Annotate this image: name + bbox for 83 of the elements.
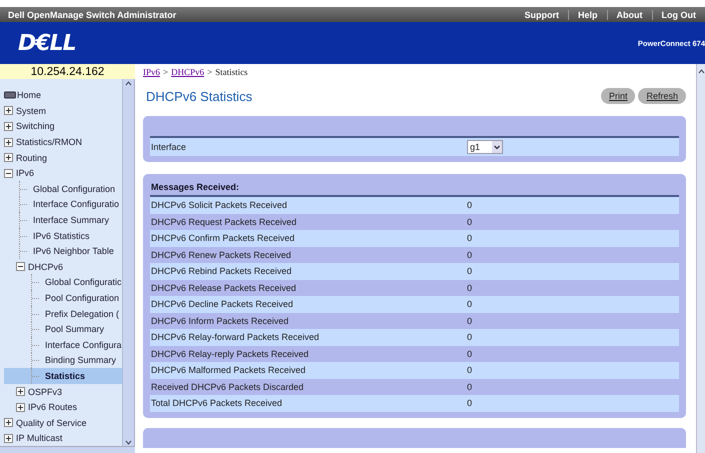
tree-item[interactable]: Pool Summary bbox=[4, 321, 122, 337]
header-link[interactable]: Support bbox=[515, 10, 568, 20]
tree-item[interactable]: IP Multicast bbox=[4, 430, 122, 446]
stat-label: DHCPv6 Relay-reply Packets Received bbox=[151, 348, 310, 359]
tree-item[interactable]: Statistics bbox=[4, 368, 122, 384]
stat-value: 0 bbox=[467, 382, 474, 392]
stat-label: DHCPv6 Request Packets Received bbox=[151, 216, 298, 227]
expand-icon[interactable] bbox=[4, 106, 13, 116]
stat-label: DHCPv6 Rebind Packets Received bbox=[151, 266, 293, 276]
collapse-icon[interactable] bbox=[16, 262, 25, 272]
expand-icon[interactable] bbox=[4, 153, 13, 162]
expand-icon[interactable] bbox=[16, 387, 25, 396]
stat-value: 0 bbox=[467, 200, 474, 210]
tree-item[interactable]: Home bbox=[4, 87, 122, 104]
tree-item[interactable]: IPv6 bbox=[4, 165, 122, 181]
stat-label: DHCPv6 Relay-forward Packets Received bbox=[151, 332, 320, 342]
stat-value: 0 bbox=[467, 266, 474, 276]
tree-item[interactable]: Routing bbox=[4, 150, 122, 166]
stat-label: DHCPv6 Renew Packets Received bbox=[151, 250, 292, 260]
stat-value: 0 bbox=[467, 282, 474, 293]
page-button[interactable]: Print bbox=[600, 88, 636, 104]
stat-value: 0 bbox=[467, 332, 474, 342]
tree-item[interactable]: IPv6 Routes bbox=[4, 399, 122, 415]
breadcrumb-link[interactable]: DHCPv6 bbox=[171, 67, 204, 77]
stat-value: 0 bbox=[467, 398, 474, 408]
stat-value: 0 bbox=[467, 316, 474, 326]
stat-value: 0 bbox=[467, 365, 474, 376]
logo: D€LL bbox=[18, 30, 76, 56]
stat-label: DHCPv6 Release Packets Received bbox=[151, 282, 298, 293]
header-link[interactable]: Log Out bbox=[652, 10, 705, 20]
expand-icon[interactable] bbox=[4, 434, 13, 443]
stat-value: 0 bbox=[467, 216, 474, 227]
tree-item[interactable]: Global Configuration bbox=[4, 180, 122, 197]
stat-label: DHCPv6 Confirm Packets Received bbox=[151, 233, 296, 244]
expand-icon[interactable] bbox=[4, 418, 13, 428]
tree-item[interactable]: DHCPv6 bbox=[4, 258, 122, 275]
breadcrumb-link[interactable]: IPv6 bbox=[143, 67, 160, 77]
tree-item[interactable]: Statistics/RMON bbox=[4, 134, 122, 150]
tree-item[interactable]: Prefix Delegation ( bbox=[4, 306, 122, 322]
header-link[interactable]: Help bbox=[568, 10, 606, 20]
stat-label: DHCPv6 Malformed Packets Received bbox=[151, 365, 307, 376]
tree-item[interactable]: Pool Configuration bbox=[4, 290, 122, 306]
ip-address: 10.254.24.162 bbox=[30, 66, 104, 78]
dropdown-caret-icon bbox=[492, 141, 502, 153]
computer-icon bbox=[4, 91, 16, 100]
tree-item[interactable]: Interface Configura bbox=[4, 336, 122, 353]
tree-item[interactable]: Switching bbox=[4, 118, 122, 134]
scroll-up-icon[interactable] bbox=[698, 67, 704, 75]
stat-value: 0 bbox=[467, 348, 474, 359]
scroll-down-icon[interactable] bbox=[124, 438, 133, 446]
collapse-icon[interactable] bbox=[4, 168, 13, 178]
stat-value: 0 bbox=[467, 233, 474, 244]
app-title: Dell OpenManage Switch Administrator bbox=[8, 10, 178, 20]
stat-value: 0 bbox=[467, 299, 474, 310]
page-button[interactable]: Refresh bbox=[638, 88, 686, 104]
page-title: DHCPv6 Statistics bbox=[146, 88, 252, 104]
expand-icon[interactable] bbox=[4, 138, 13, 146]
horizontal-scrollbar[interactable] bbox=[0, 446, 135, 453]
stat-label: DHCPv6 Decline Packets Received bbox=[151, 299, 294, 310]
tree-item[interactable]: Quality of Service bbox=[4, 414, 122, 430]
tree-item[interactable]: IPv6 Neighbor Table bbox=[4, 243, 122, 259]
scrollbar[interactable] bbox=[696, 64, 705, 453]
field-label: Interface bbox=[151, 142, 188, 152]
scroll-up-icon[interactable] bbox=[124, 79, 133, 88]
stat-value: 0 bbox=[467, 250, 474, 260]
tree-item[interactable]: Interface Configuratio bbox=[4, 196, 122, 212]
tree-item[interactable]: IPv6 Statistics bbox=[4, 228, 122, 244]
expand-icon[interactable] bbox=[16, 402, 25, 412]
tree-item[interactable]: System bbox=[4, 103, 122, 119]
scrollbar[interactable] bbox=[122, 79, 134, 446]
breadcrumb-separator: > bbox=[207, 67, 212, 77]
expand-icon[interactable] bbox=[4, 122, 13, 131]
stat-label: Total DHCPv6 Packets Received bbox=[151, 398, 284, 408]
tree-item[interactable]: Global Configuratic bbox=[4, 274, 122, 290]
header-link[interactable]: About bbox=[606, 10, 652, 20]
breadcrumb-separator: > bbox=[163, 67, 168, 77]
stat-label: Received DHCPv6 Packets Discarded bbox=[151, 382, 305, 392]
tree-item[interactable]: Interface Summary bbox=[4, 212, 122, 228]
breadcrumb-current: Statistics bbox=[215, 67, 248, 77]
stat-label: DHCPv6 Inform Packets Received bbox=[151, 316, 290, 326]
tree-item[interactable]: OSPFv3 bbox=[4, 384, 122, 400]
interface-dropdown[interactable]: g1 bbox=[467, 140, 503, 154]
stat-label: DHCPv6 Solicit Packets Received bbox=[151, 200, 288, 210]
